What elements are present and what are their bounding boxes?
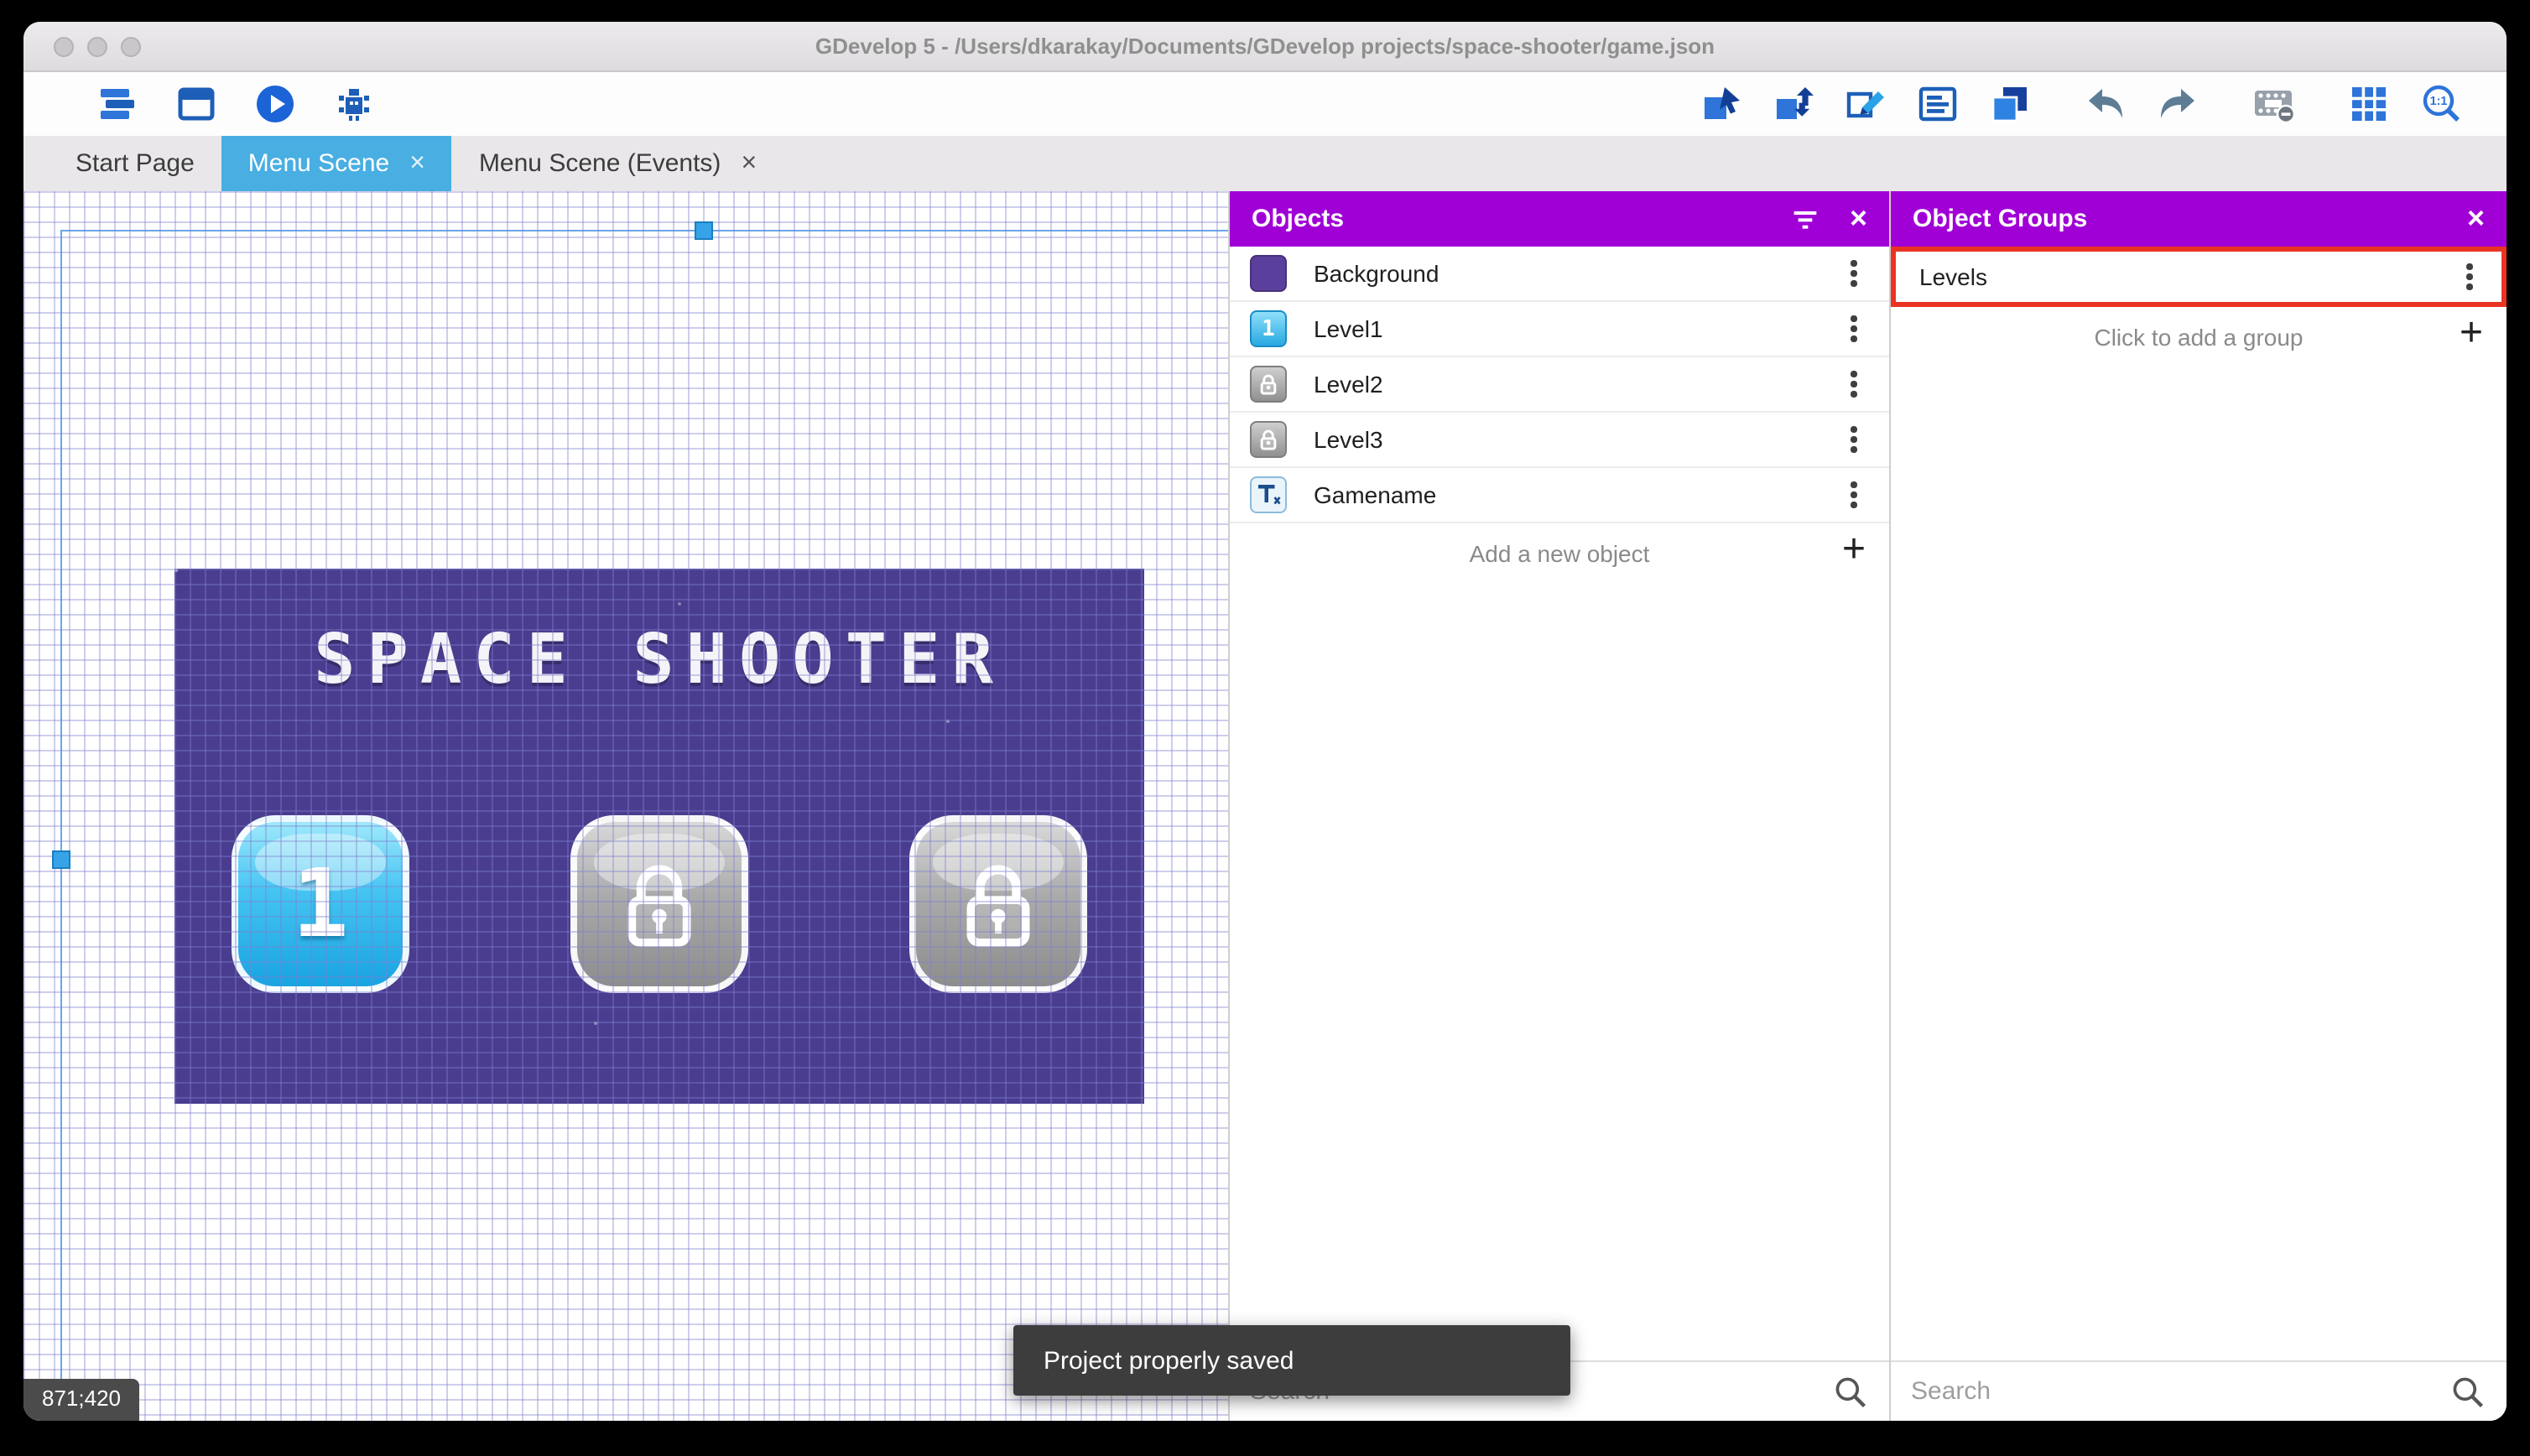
scene-editor-canvas[interactable]: SPACE SHOOTER 1 871;420 xyxy=(23,191,1228,1421)
lock-icon xyxy=(627,865,691,947)
level2-object[interactable] xyxy=(570,815,748,993)
grid-icon[interactable] xyxy=(2345,81,2391,127)
window-title: GDevelop 5 - /Users/dkarakay/Documents/G… xyxy=(815,34,1715,59)
debug-icon[interactable] xyxy=(331,81,376,127)
preview-disabled-icon[interactable] xyxy=(2250,81,2295,127)
close-panel-icon[interactable]: × xyxy=(2467,201,2485,237)
object-groups-panel-title: Object Groups xyxy=(1913,205,2088,233)
filter-icon[interactable] xyxy=(1786,199,1826,239)
add-group-button[interactable]: Click to add a group + xyxy=(1891,307,2507,366)
zoom-1-1-icon[interactable]: 1:1 xyxy=(2418,81,2463,127)
close-tab-icon[interactable]: × xyxy=(409,149,425,177)
move-object-icon[interactable] xyxy=(1770,81,1815,127)
object-groups-panel: Object Groups × Levels Click to add a gr… xyxy=(1889,191,2507,1421)
level-buttons-row: 1 xyxy=(174,815,1144,993)
objects-panel-header: Objects × xyxy=(1230,191,1889,247)
add-new-object-button[interactable]: Add a new object + xyxy=(1230,523,1889,582)
edit-object-icon[interactable] xyxy=(1842,81,1887,127)
scene-window-icon[interactable] xyxy=(173,81,218,127)
level1-number: 1 xyxy=(292,850,349,959)
gamename-text-object[interactable]: SPACE SHOOTER xyxy=(174,619,1144,699)
gdevelop-window: GDevelop 5 - /Users/dkarakay/Documents/G… xyxy=(23,22,2507,1421)
project-manager-icon[interactable] xyxy=(94,81,139,127)
tab-menu-scene[interactable]: Menu Scene × xyxy=(221,136,452,191)
close-window-button[interactable] xyxy=(54,36,74,56)
toolbar-right-group: 1:1 xyxy=(1698,81,2507,127)
events-list-icon[interactable] xyxy=(1914,81,1960,127)
desktop: GDevelop 5 - /Users/dkarakay/Documents/G… xyxy=(0,0,2530,1456)
lock-button-icon xyxy=(1250,421,1287,458)
star-decoration xyxy=(174,569,178,572)
traffic-lights xyxy=(54,36,141,56)
level1-button-icon: 1 xyxy=(1250,310,1287,347)
search-icon[interactable] xyxy=(1832,1373,1869,1410)
tab-label: Menu Scene (Events) xyxy=(478,149,721,178)
cursor-coordinates-badge: 871;420 xyxy=(23,1379,139,1421)
object-row-gamename[interactable]: Gamename xyxy=(1230,468,1889,523)
play-icon[interactable] xyxy=(252,81,297,127)
close-panel-icon[interactable]: × xyxy=(1850,201,1867,237)
object-menu-icon[interactable] xyxy=(1839,325,1869,332)
group-menu-icon[interactable] xyxy=(2455,273,2485,280)
tab-menu-scene-events[interactable]: Menu Scene (Events) × xyxy=(452,136,783,191)
undo-icon[interactable] xyxy=(2082,81,2127,127)
group-row-levels[interactable]: Levels xyxy=(1891,247,2507,307)
groups-panel-empty-space xyxy=(1891,366,2507,1360)
background-swatch-icon xyxy=(1250,255,1287,292)
objects-panel-title: Objects xyxy=(1252,205,1345,233)
titlebar: GDevelop 5 - /Users/dkarakay/Documents/G… xyxy=(23,22,2507,72)
tab-label: Menu Scene xyxy=(247,149,390,178)
save-toast: Project properly saved xyxy=(1013,1325,1570,1396)
object-row-level3[interactable]: Level3 xyxy=(1230,413,1889,468)
object-menu-icon[interactable] xyxy=(1839,491,1869,498)
lock-button-icon xyxy=(1250,366,1287,403)
zoom-ratio-label: 1:1 xyxy=(2429,95,2447,108)
lock-icon xyxy=(966,865,1030,947)
tab-label: Start Page xyxy=(75,149,195,178)
text-object-icon xyxy=(1250,476,1287,513)
plus-icon: + xyxy=(1841,527,1866,572)
level1-object[interactable]: 1 xyxy=(232,815,409,993)
zoom-window-button[interactable] xyxy=(121,36,141,56)
close-tab-icon[interactable]: × xyxy=(741,149,757,177)
tab-start-page[interactable]: Start Page xyxy=(49,136,221,191)
minimize-window-button[interactable] xyxy=(87,36,107,56)
objects-panel-empty-space xyxy=(1230,582,1889,1360)
object-row-level1[interactable]: 1 Level1 xyxy=(1230,302,1889,357)
toolbar: 1:1 xyxy=(23,72,2507,136)
objects-panel: Objects × Background 1 Level1 Level2 Lev… xyxy=(1228,191,1889,1421)
search-icon[interactable] xyxy=(2449,1373,2486,1410)
content-area: SPACE SHOOTER 1 871;420 Objects × Backgr… xyxy=(23,191,2507,1421)
plus-icon: + xyxy=(2459,310,2483,356)
object-groups-panel-header: Object Groups × xyxy=(1891,191,2507,247)
scene-resize-handle-top[interactable] xyxy=(695,221,713,240)
redo-icon[interactable] xyxy=(2154,81,2199,127)
object-row-background[interactable]: Background xyxy=(1230,247,1889,302)
scene-resize-handle-left[interactable] xyxy=(52,850,70,869)
deselect-object-icon[interactable] xyxy=(1698,81,1743,127)
object-row-level2[interactable]: Level2 xyxy=(1230,357,1889,413)
object-menu-icon[interactable] xyxy=(1839,381,1869,387)
object-menu-icon[interactable] xyxy=(1839,436,1869,443)
groups-search-bar xyxy=(1891,1360,2507,1421)
background-object[interactable]: SPACE SHOOTER 1 xyxy=(174,569,1144,1104)
toolbar-left-group xyxy=(23,81,376,127)
groups-search-input[interactable] xyxy=(1911,1377,2449,1406)
layers-icon[interactable] xyxy=(1986,81,2032,127)
object-menu-icon[interactable] xyxy=(1839,270,1869,277)
tab-bar: Start Page Menu Scene × Menu Scene (Even… xyxy=(23,136,2507,191)
level3-object[interactable] xyxy=(909,815,1087,993)
